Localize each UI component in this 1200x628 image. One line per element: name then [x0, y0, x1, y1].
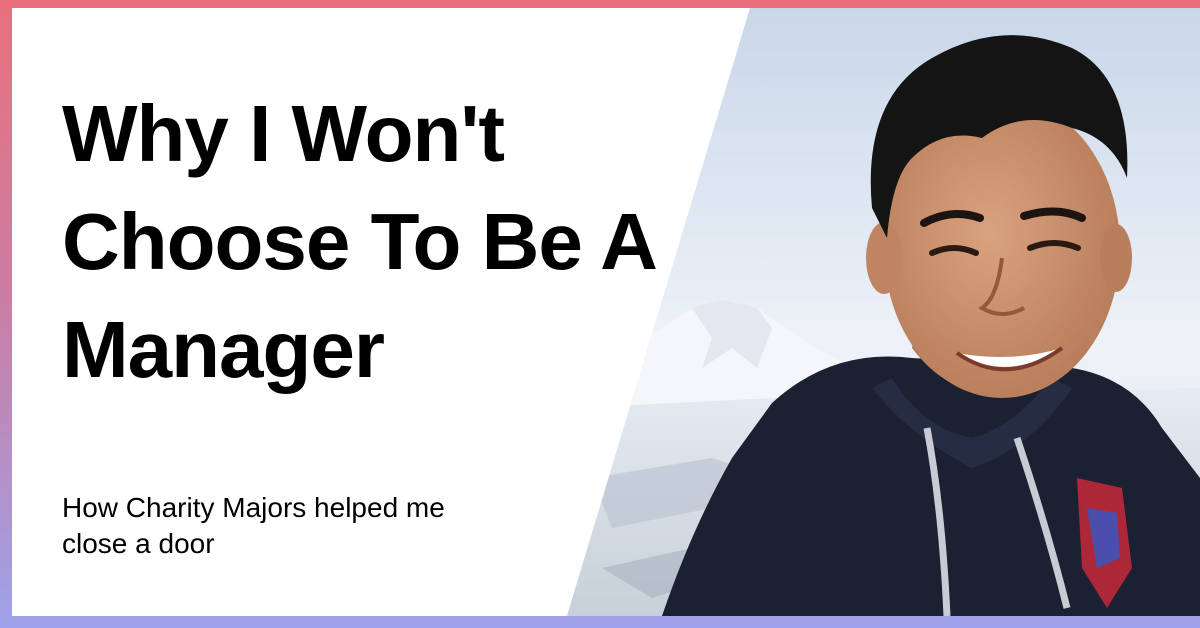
subtitle-line-1: How Charity Majors helped me	[62, 492, 445, 523]
title-line-1: Why I Won't	[62, 89, 505, 178]
article-subtitle: How Charity Majors helped me close a doo…	[62, 490, 562, 562]
article-title: Why I Won't Choose To Be A Manager	[62, 80, 712, 404]
gradient-border-frame: Why I Won't Choose To Be A Manager How C…	[0, 0, 1200, 628]
subtitle-line-2: close a door	[62, 528, 215, 559]
title-line-3: Manager	[62, 305, 385, 394]
social-card: Why I Won't Choose To Be A Manager How C…	[12, 8, 1200, 616]
title-line-2: Choose To Be A	[62, 197, 658, 286]
